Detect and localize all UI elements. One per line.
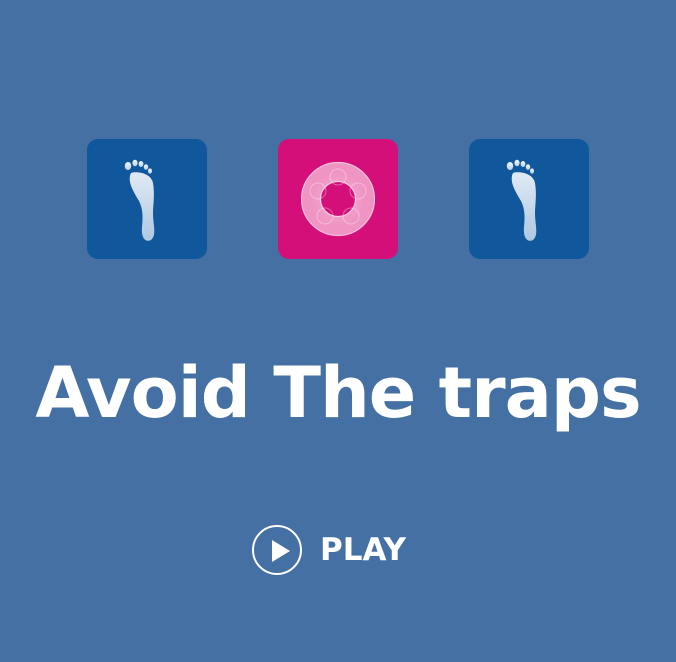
trap-tile	[278, 139, 398, 259]
play-button[interactable]: PLAY	[252, 522, 406, 578]
footprint-icon	[124, 159, 155, 241]
ring-trap-icon	[300, 161, 376, 237]
play-triangle	[272, 540, 290, 562]
game-screen: Avoid The traps PLAY	[0, 0, 676, 662]
play-label[interactable]: PLAY	[320, 532, 406, 568]
footprint-tile	[87, 139, 207, 259]
play-icon[interactable]	[252, 525, 302, 575]
footprint-icon	[506, 159, 537, 241]
footprint-tile	[469, 139, 589, 259]
game-title: Avoid The traps	[35, 352, 641, 434]
